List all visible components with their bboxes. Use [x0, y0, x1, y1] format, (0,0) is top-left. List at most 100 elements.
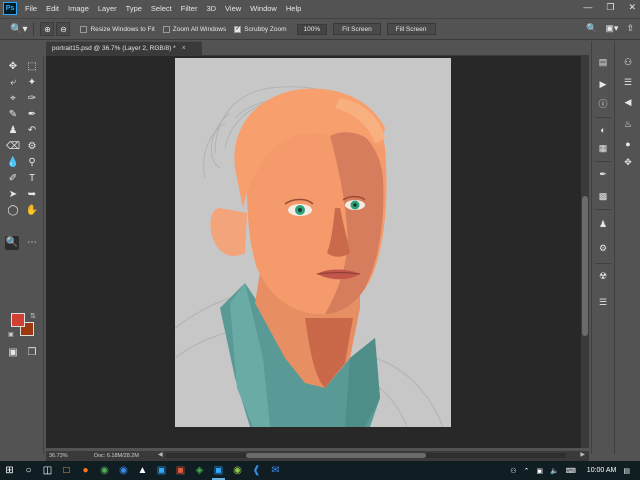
store-icon[interactable]: ◈: [190, 461, 209, 480]
eraser-tool-icon[interactable]: ⌫: [6, 140, 20, 154]
menu-layer[interactable]: Layer: [98, 4, 117, 13]
transform-panel-icon[interactable]: ✥: [620, 155, 636, 169]
close-window-button[interactable]: ✕: [628, 2, 636, 13]
vscode-icon[interactable]: ❰: [247, 461, 266, 480]
history-brush-icon[interactable]: ↶: [25, 124, 39, 138]
clone-source-icon[interactable]: ♟: [595, 217, 611, 231]
zoom-all-windows-checkbox[interactable]: Zoom All Windows: [162, 25, 226, 33]
clone-stamp-icon[interactable]: ♟: [6, 124, 20, 138]
mail-icon[interactable]: ✉: [266, 461, 285, 480]
restore-button[interactable]: ❐: [606, 2, 614, 13]
color-panel-icon[interactable]: ◐: [595, 123, 611, 137]
search-icon[interactable]: ○: [19, 461, 38, 480]
quick-mask-icon[interactable]: ▣: [6, 346, 20, 360]
menu-file[interactable]: File: [25, 4, 37, 13]
menu-help[interactable]: Help: [286, 4, 301, 13]
document-tab[interactable]: portrait15.psd @ 36.7% (Layer 2, RGB/8) …: [46, 41, 202, 55]
zoom-out-button[interactable]: ⊖: [56, 22, 71, 36]
photoshop-icon[interactable]: ▣: [171, 461, 190, 480]
paint-icon[interactable]: ◉: [228, 461, 247, 480]
fit-screen-button[interactable]: Fit Screen: [333, 23, 381, 35]
status-zoom[interactable]: 36.73%: [46, 453, 74, 459]
minimize-button[interactable]: —: [583, 2, 592, 13]
menu-type[interactable]: Type: [126, 4, 142, 13]
brush-settings-icon[interactable]: ✒: [595, 167, 611, 181]
scroll-left-icon[interactable]: ◀: [158, 451, 163, 458]
dodge-tool-icon[interactable]: ⚲: [25, 156, 39, 170]
zoom-in-button[interactable]: ⊕: [40, 22, 55, 36]
crop-tool-icon[interactable]: ⌖: [6, 92, 20, 106]
hand-tool-icon[interactable]: ✋: [25, 204, 39, 218]
horizontal-scroll-thumb[interactable]: [246, 453, 426, 458]
chevron-up-icon[interactable]: ⌃: [523, 467, 529, 475]
magic-wand-icon[interactable]: ✦: [25, 76, 39, 90]
default-colors-icon[interactable]: ▣: [8, 331, 14, 338]
volume-icon[interactable]: 🔈: [550, 467, 559, 475]
fill-screen-button[interactable]: Fill Screen: [386, 23, 436, 35]
screen-mode-icon[interactable]: ❐: [25, 346, 39, 360]
blur-tool-icon[interactable]: 💧: [6, 156, 20, 170]
paths-panel-icon[interactable]: ☢: [595, 269, 611, 283]
stack-layers-icon[interactable]: ♨: [620, 117, 636, 131]
vertical-scrollbar[interactable]: [581, 56, 589, 448]
brushes-panel-icon[interactable]: ▩: [595, 189, 611, 203]
people-icon[interactable]: ⚇: [510, 467, 516, 475]
move-tool-icon[interactable]: ✥: [6, 60, 20, 74]
channels-panel-icon[interactable]: ●: [620, 137, 636, 151]
clock[interactable]: 10:00 AM: [587, 467, 617, 474]
history-panel-icon[interactable]: ▤: [595, 55, 611, 69]
chrome-icon[interactable]: ◉: [95, 461, 114, 480]
pen-tool-icon[interactable]: ✐: [6, 172, 20, 186]
file-explorer-icon[interactable]: □: [57, 461, 76, 480]
properties-panel-icon[interactable]: ☰: [620, 75, 636, 89]
layers-panel-icon[interactable]: ⚇: [620, 55, 636, 69]
swatches-panel-icon[interactable]: ▦: [595, 141, 611, 155]
libraries-panel-icon[interactable]: ◀: [620, 95, 636, 109]
rectangular-marquee-icon[interactable]: ⬚: [25, 60, 39, 74]
actions-panel-icon[interactable]: ▶: [595, 77, 611, 91]
share-icon[interactable]: ⇧: [626, 23, 634, 34]
photoshop-icon[interactable]: ▣: [209, 461, 228, 480]
menu-image[interactable]: Image: [68, 4, 89, 13]
healing-brush-icon[interactable]: ✎: [6, 108, 20, 122]
tool-presets-icon[interactable]: ⚙: [595, 241, 611, 255]
lasso-tool-icon[interactable]: ⤶: [6, 76, 20, 90]
brush-tool-icon[interactable]: ✒: [25, 108, 39, 122]
vertical-scroll-thumb[interactable]: [582, 196, 588, 336]
edge-icon[interactable]: ◉: [114, 461, 133, 480]
notifications-icon[interactable]: ▤: [623, 467, 630, 475]
resize-windows-checkbox[interactable]: Resize Windows to Fit: [80, 25, 155, 33]
inkscape-icon[interactable]: ▲: [133, 461, 152, 480]
direct-selection-icon[interactable]: ➥: [25, 188, 39, 202]
ellipse-tool-icon[interactable]: ◯: [6, 204, 20, 218]
network-icon[interactable]: ▣: [536, 467, 543, 475]
artboard[interactable]: [175, 58, 451, 427]
start-icon[interactable]: ⊞: [0, 461, 19, 480]
zoom-percent-field[interactable]: 100%: [296, 23, 328, 35]
path-selection-icon[interactable]: ➤: [6, 188, 20, 202]
workspace-icon[interactable]: ▣▾: [605, 23, 618, 34]
close-tab-icon[interactable]: ×: [182, 45, 186, 52]
foreground-color-swatch[interactable]: [11, 313, 25, 327]
keyboard-icon[interactable]: ⌨: [566, 467, 576, 475]
more-tools-icon[interactable]: ⋯: [25, 236, 39, 250]
menu-filter[interactable]: Filter: [181, 4, 198, 13]
task-view-icon[interactable]: ◫: [38, 461, 57, 480]
firefox-icon[interactable]: ●: [76, 461, 95, 480]
canvas-area[interactable]: [46, 56, 581, 448]
menu-3d[interactable]: 3D: [206, 4, 216, 13]
swap-colors-icon[interactable]: ⇅: [30, 312, 36, 320]
search-icon[interactable]: 🔍: [586, 23, 597, 34]
menu-edit[interactable]: Edit: [46, 4, 59, 13]
zoom-tool-icon[interactable]: 🔍: [5, 236, 19, 250]
scrubby-zoom-checkbox[interactable]: ✓ Scrubby Zoom: [234, 25, 287, 33]
zoom-tool-preset-icon[interactable]: 🔍▾: [10, 24, 27, 35]
type-tool-icon[interactable]: T: [25, 172, 39, 186]
horizontal-scrollbar[interactable]: [166, 453, 566, 458]
paint-bucket-icon[interactable]: ⚙: [25, 140, 39, 154]
eyedropper-icon[interactable]: ✑: [25, 92, 39, 106]
menu-view[interactable]: View: [225, 4, 241, 13]
menu-window[interactable]: Window: [250, 4, 277, 13]
photoshop-icon[interactable]: ▣: [152, 461, 171, 480]
scroll-right-icon[interactable]: ▶: [580, 451, 585, 458]
